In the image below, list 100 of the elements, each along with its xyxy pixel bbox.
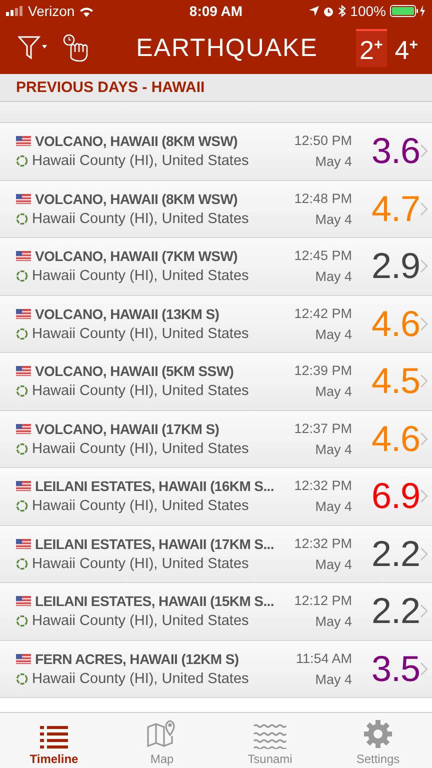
quake-time: 12:48 PM	[294, 190, 352, 206]
magnitude-value: 2.9	[370, 245, 420, 288]
location-icon	[309, 6, 320, 16]
quake-location: VOLCANO, HAWAII (17KM S)	[35, 420, 220, 437]
chevron-icon[interactable]	[420, 144, 428, 158]
globe-icon	[16, 270, 28, 282]
quake-region: Hawaii County (HI), United States	[32, 210, 249, 227]
quake-region: Hawaii County (HI), United States	[32, 440, 249, 457]
quake-date: May 4	[315, 326, 352, 342]
magnitude-value: 3.6	[370, 130, 420, 172]
quake-date: May 4	[315, 212, 352, 227]
tab-bar-item[interactable]: Map	[108, 713, 216, 768]
chevron-icon[interactable]	[420, 489, 428, 504]
flag-icon	[16, 424, 31, 434]
battery-icon	[390, 5, 426, 17]
chevron-icon[interactable]	[420, 662, 428, 676]
quake-location: VOLCANO, HAWAII (8KM WSW)	[35, 190, 238, 207]
magnitude-value: 4.5	[370, 360, 420, 402]
quake-location: LEILANI ESTATES, HAWAII (16KM S...	[35, 478, 274, 494]
magnitude-value: 6.9	[370, 475, 420, 518]
quake-time: 12:12 PM	[294, 593, 352, 608]
flag-icon	[16, 366, 31, 376]
chevron-icon[interactable]	[420, 604, 428, 618]
quake-region: Hawaii County (HI), United States	[32, 670, 249, 687]
magnitude-value: 4.6	[370, 302, 420, 345]
bluetooth-icon	[338, 5, 346, 17]
quake-date: May 4	[315, 384, 352, 400]
quake-time: 12:42 PM	[294, 306, 352, 321]
quake-location: LEILANI ESTATES, HAWAII (17KM S...	[35, 536, 274, 552]
waves-icon	[253, 723, 287, 749]
flag-icon	[16, 194, 31, 204]
quake-region: Hawaii County (HI), United States	[32, 326, 249, 342]
magnitude-value: 2.2	[370, 532, 420, 575]
alarm-icon	[323, 6, 334, 16]
flag-icon	[16, 596, 31, 606]
quake-date: May 4	[315, 672, 352, 687]
quake-time: 12:39 PM	[294, 363, 352, 378]
quake-date: May 4	[315, 556, 352, 572]
section-header: PREVIOUS DAYS - HAWAII	[0, 74, 432, 102]
clock-time: 8:09 AM	[189, 3, 243, 19]
quake-location: LEILANI ESTATES, HAWAII (15KM S...	[35, 593, 274, 610]
quake-date: May 4	[315, 614, 352, 630]
quake-time: 12:37 PM	[294, 420, 352, 436]
globe-icon	[16, 385, 28, 398]
wifi-icon	[78, 6, 94, 16]
chevron-icon[interactable]	[420, 259, 428, 274]
signal-icon	[6, 6, 24, 16]
quake-time: 12:50 PM	[294, 133, 352, 148]
quake-time: 12:32 PM	[294, 536, 352, 551]
quake-region: Hawaii County (HI), United States	[32, 498, 249, 514]
quake-location: VOLCANO, HAWAII (5KM SSW)	[35, 363, 234, 380]
magnitude-filter-tab[interactable]: 4$^{+}$	[390, 29, 422, 67]
quake-date: May 4	[315, 442, 352, 457]
touch-icon[interactable]	[62, 34, 90, 62]
magnitude-value: 4.6	[370, 418, 420, 460]
globe-icon	[16, 558, 28, 570]
list-icon	[40, 725, 68, 749]
quake-region: Hawaii County (HI), United States	[32, 556, 249, 572]
quake-time: 11:54 AM	[296, 650, 352, 666]
chevron-icon[interactable]	[420, 202, 428, 216]
quake-location: VOLCANO, HAWAII (13KM S)	[35, 306, 220, 322]
quake-region: Hawaii County (HI), United States	[32, 153, 249, 170]
globe-icon	[16, 672, 28, 685]
flag-icon	[16, 251, 31, 262]
map-icon	[147, 719, 177, 749]
settings-icon	[363, 719, 393, 749]
tab-bar-item[interactable]: Tsunami	[216, 713, 324, 768]
flag-icon	[16, 308, 31, 319]
quake-location: VOLCANO, HAWAII (7KM WSW)	[35, 248, 238, 264]
filter-icon[interactable]	[18, 35, 48, 61]
magnitude-value: 2.2	[370, 590, 420, 632]
chevron-icon[interactable]	[420, 432, 428, 446]
quake-location: FERN ACRES, HAWAII (12KM S)	[35, 650, 239, 667]
globe-icon	[16, 328, 28, 340]
magnitude-filter-tab[interactable]: 2$^{+}$	[356, 29, 387, 67]
globe-icon	[16, 442, 28, 455]
globe-icon	[16, 615, 28, 628]
chevron-icon[interactable]	[420, 316, 428, 331]
chevron-icon[interactable]	[420, 546, 428, 561]
tab-bar-item[interactable]: Settings	[324, 713, 432, 768]
quake-time: 12:45 PM	[294, 248, 352, 264]
quake-date: May 4	[315, 154, 352, 170]
quake-region: Hawaii County (HI), United States	[32, 383, 249, 400]
quake-region: Hawaii County (HI), United States	[32, 613, 249, 630]
globe-icon	[16, 155, 28, 168]
magnitude-value: 3.5	[370, 648, 420, 690]
quake-date: May 4	[315, 269, 352, 284]
flag-icon	[16, 538, 31, 549]
flag-icon	[16, 654, 31, 664]
quake-location: VOLCANO, HAWAII (8KM WSW)	[35, 133, 238, 150]
quake-date: May 4	[315, 499, 352, 514]
chevron-icon[interactable]	[420, 374, 428, 388]
battery-percent: 100%	[350, 3, 386, 19]
quake-region: Hawaii County (HI), United States	[32, 268, 249, 284]
magnitude-value: 4.7	[370, 188, 420, 230]
quake-time: 12:32 PM	[294, 478, 352, 494]
globe-icon	[16, 500, 28, 512]
carrier-name: Verizon	[28, 3, 75, 19]
globe-icon	[16, 212, 28, 225]
tab-bar-item[interactable]: Timeline	[0, 713, 108, 768]
